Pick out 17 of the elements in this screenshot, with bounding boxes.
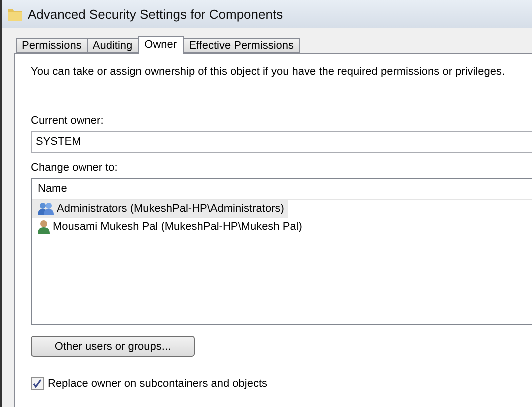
tab[interactable]: Auditing	[86, 38, 139, 53]
current-owner-field[interactable]: SYSTEM	[31, 131, 532, 153]
window-title: Advanced Security Settings for Components	[28, 6, 284, 22]
change-owner-label: Change owner to:	[31, 162, 119, 174]
tab[interactable]: Effective Permissions	[183, 38, 300, 53]
folder-icon	[8, 7, 22, 21]
checkbox-label: Replace owner on subcontainers and objects	[48, 378, 268, 390]
current-owner-label: Current owner:	[31, 115, 105, 127]
checkbox[interactable]	[31, 377, 44, 390]
list-item[interactable]: Administrators (MukeshPal-HP\Administrators)	[32, 200, 288, 218]
tab[interactable]: Permissions	[16, 38, 88, 53]
intro-text: You can take or assign ownership of this object if you have the required permissions or privileges.	[31, 66, 506, 78]
people-icon	[38, 202, 54, 216]
tab[interactable]: Owner	[138, 36, 184, 54]
person-icon	[38, 220, 50, 234]
list-item[interactable]: Mousami Mukesh Pal (MukeshPal-HP\Mukesh Pal)	[32, 218, 306, 236]
other-users-button[interactable]: Other users or groups...	[31, 336, 195, 357]
